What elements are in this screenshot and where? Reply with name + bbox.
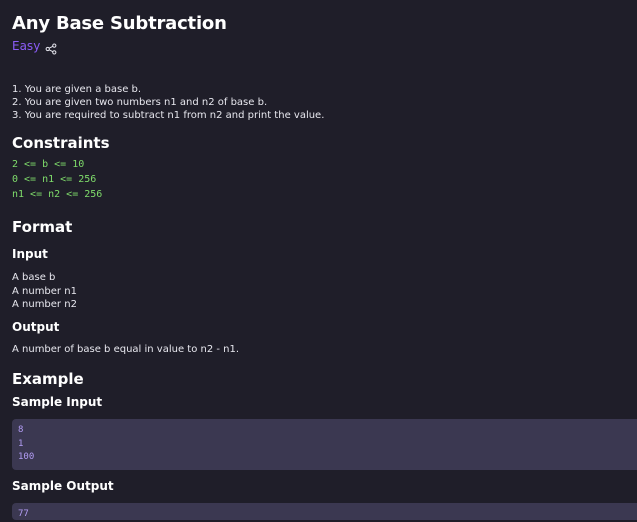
constraints-heading: Constraints [12, 134, 110, 152]
constraint-line: 2 <= b <= 10 [12, 159, 85, 170]
input-heading: Input [12, 247, 48, 261]
input-line: A number n2 [12, 299, 77, 310]
description-line: 3. You are required to subtract n1 from … [12, 110, 325, 121]
constraint-line: 0 <= n1 <= 256 [12, 174, 97, 185]
difficulty-badge: Easy [12, 39, 41, 53]
example-heading: Example [12, 370, 84, 388]
difficulty-row: Easy [12, 39, 57, 55]
sample-input-line: 8 [18, 425, 24, 435]
input-description: A base b A number n1 A number n2 [12, 271, 77, 312]
problem-page: Any Base Subtraction Easy 1. You are giv… [0, 0, 637, 520]
output-heading: Output [12, 320, 60, 334]
sample-input-box[interactable]: 8 1 100 [12, 419, 637, 470]
output-line: A number of base b equal in value to n2 … [12, 344, 240, 355]
problem-description: 1. You are given a base b. 2. You are gi… [12, 83, 324, 122]
share-icon[interactable] [45, 40, 57, 55]
input-line: A number n1 [12, 285, 77, 297]
sample-input-line: 100 [18, 452, 35, 462]
description-line: 1. You are given a base b. [12, 84, 142, 95]
input-line: A base b [12, 272, 56, 283]
constraints-list: 2 <= b <= 10 0 <= n1 <= 256 n1 <= n2 <= … [12, 157, 102, 202]
sample-input-heading: Sample Input [12, 395, 103, 409]
problem-title: Any Base Subtraction [12, 13, 227, 34]
output-description: A number of base b equal in value to n2 … [12, 343, 239, 357]
sample-input-line: 1 [18, 438, 24, 449]
description-line: 2. You are given two numbers n1 and n2 o… [12, 97, 268, 108]
sample-output-box[interactable]: 77 [12, 503, 637, 520]
sample-output-line: 77 [18, 509, 29, 519]
sample-output-heading: Sample Output [12, 479, 114, 493]
constraint-line: n1 <= n2 <= 256 [12, 189, 103, 200]
format-heading: Format [12, 218, 73, 236]
